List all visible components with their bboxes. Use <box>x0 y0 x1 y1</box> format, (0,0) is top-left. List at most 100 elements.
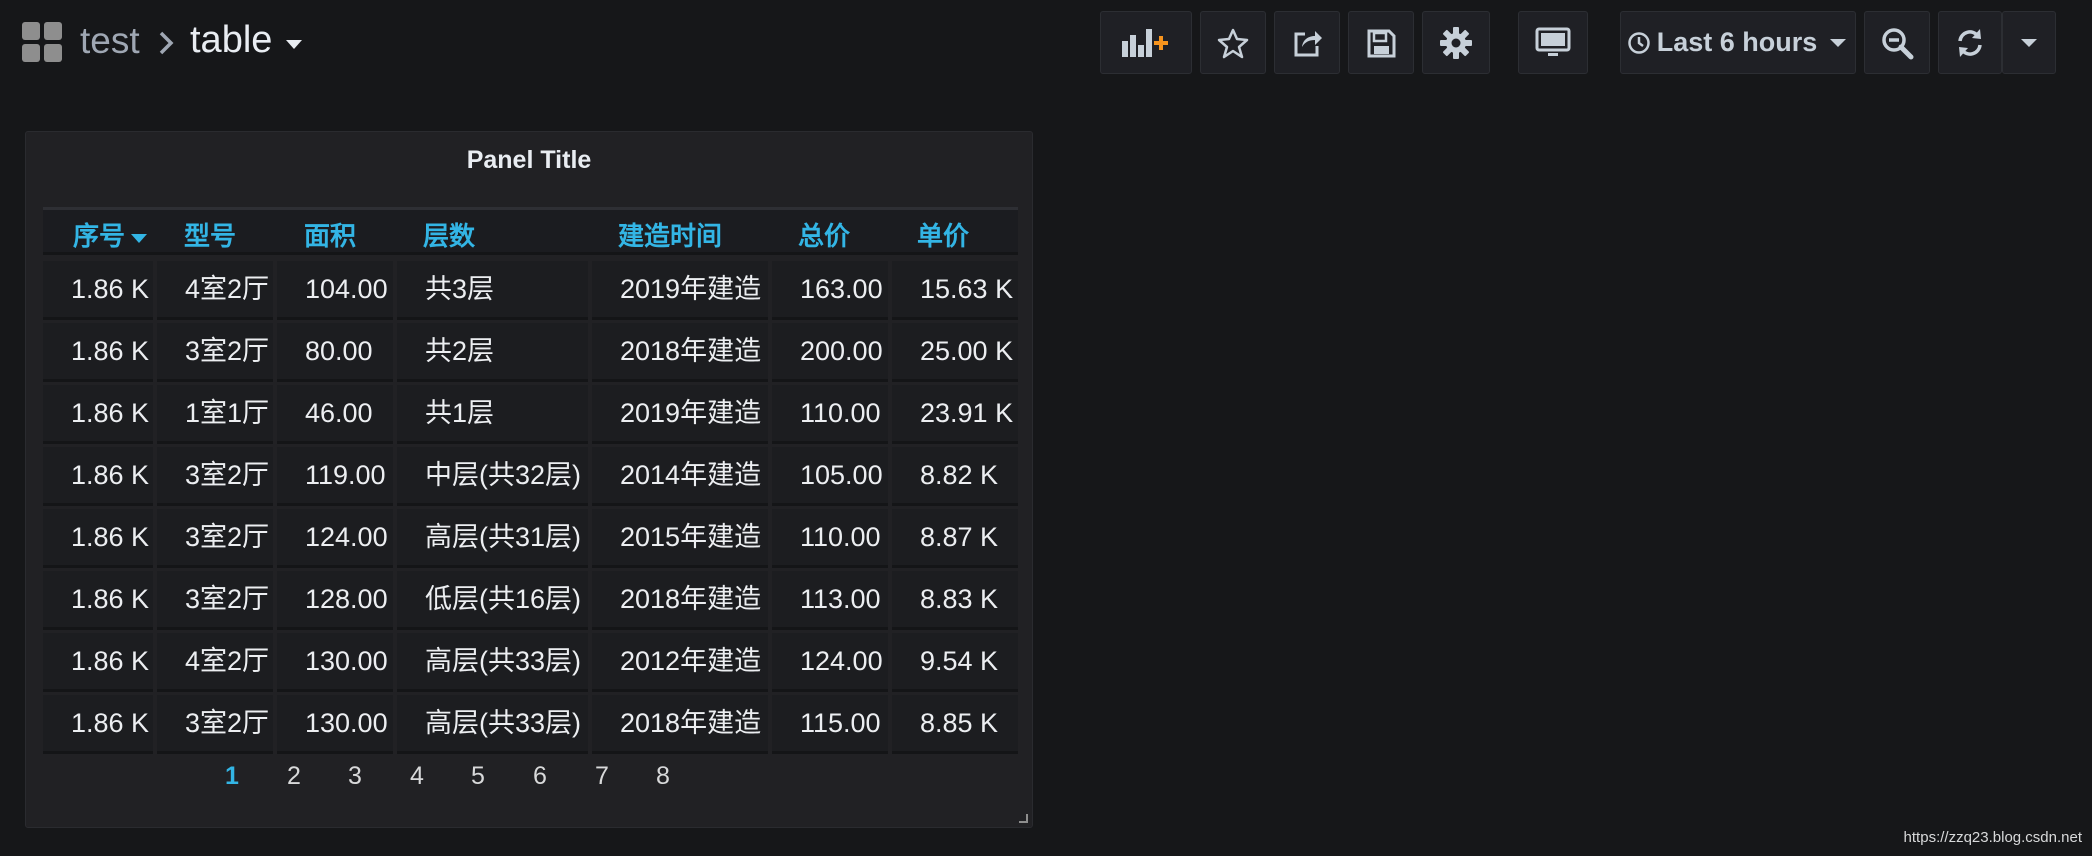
page-link[interactable]: 8 <box>648 762 678 791</box>
time-picker-button[interactable]: Last 6 hours <box>1620 11 1856 74</box>
cell-unit-price: 8.82 K <box>892 447 1018 506</box>
cell-floors: 高层(共33层) <box>397 633 588 692</box>
table-header: 序号 型号 面积 层数 建造时间 总价 单价 <box>43 207 1018 255</box>
cell-id: 1.86 K <box>43 509 153 568</box>
cell-total-price: 124.00 <box>772 633 888 692</box>
cell-build-year: 2019年建造 <box>592 261 768 320</box>
cell-unit-price: 25.00 K <box>892 323 1018 382</box>
panel-title[interactable]: Panel Title <box>26 146 1032 175</box>
cell-model: 3室2厅 <box>157 571 273 630</box>
cell-floors: 共1层 <box>397 385 588 444</box>
data-table: 序号 型号 面积 层数 建造时间 总价 单价 1.86 K 4室2厅 104.00 共… <box>43 207 1018 757</box>
resize-handle-icon[interactable] <box>1018 813 1028 823</box>
page-link[interactable]: 1 <box>217 762 247 791</box>
cell-id: 1.86 K <box>43 385 153 444</box>
table-row: 1.86 K 3室2厅 128.00 低层(共16层) 2018年建造 113.00 8.8… <box>43 571 1018 633</box>
table-body: 1.86 K 4室2厅 104.00 共3层 2019年建造 163.00 15.63 K1… <box>43 261 1018 757</box>
cell-area: 128.00 <box>277 571 393 630</box>
column-header-unit-price[interactable]: 单价 <box>917 216 969 253</box>
grid-icon[interactable] <box>22 22 62 62</box>
table-panel: Panel Title 序号 型号 面积 层数 建造时间 总价 单价 1.86 … <box>25 131 1033 828</box>
table-row: 1.86 K 3室2厅 124.00 高层(共31层) 2015年建造 110.00 8.8… <box>43 509 1018 571</box>
cell-total-price: 110.00 <box>772 385 888 444</box>
table-row: 1.86 K 4室2厅 130.00 高层(共33层) 2012年建造 124.00 9.5… <box>43 633 1018 695</box>
caret-down-icon[interactable] <box>286 40 302 49</box>
settings-button[interactable] <box>1422 11 1490 74</box>
cell-unit-price: 8.85 K <box>892 695 1018 754</box>
chevron-right-icon <box>159 31 174 55</box>
bar-chart-plus-icon <box>1122 28 1168 57</box>
table-row: 1.86 K 1室1厅 46.00 共1层 2019年建造 110.00 23.91 K <box>43 385 1018 447</box>
column-header-id[interactable]: 序号 <box>73 216 148 253</box>
caret-down-icon <box>1830 38 1847 47</box>
cell-model: 4室2厅 <box>157 261 273 320</box>
cell-id: 1.86 K <box>43 323 153 382</box>
cell-model: 4室2厅 <box>157 633 273 692</box>
cell-model: 3室2厅 <box>157 447 273 506</box>
cell-floors: 低层(共16层) <box>397 571 588 630</box>
sort-desc-icon <box>131 233 148 243</box>
refresh-button[interactable] <box>1938 11 2002 74</box>
watermark: https://zzq23.blog.csdn.net <box>1903 829 2082 846</box>
cell-id: 1.86 K <box>43 571 153 630</box>
cell-build-year: 2015年建造 <box>592 509 768 568</box>
zoom-out-icon <box>1882 27 1914 59</box>
cell-build-year: 2014年建造 <box>592 447 768 506</box>
cell-total-price: 105.00 <box>772 447 888 506</box>
breadcrumb-dashboard[interactable]: table <box>190 19 272 62</box>
page-link[interactable]: 6 <box>525 762 555 791</box>
cell-total-price: 200.00 <box>772 323 888 382</box>
star-icon <box>1217 28 1249 58</box>
column-header-model[interactable]: 型号 <box>184 216 236 253</box>
cell-floors: 共2层 <box>397 323 588 382</box>
table-row: 1.86 K 4室2厅 104.00 共3层 2019年建造 163.00 15.63 K <box>43 261 1018 323</box>
share-button[interactable] <box>1274 11 1340 74</box>
cell-id: 1.86 K <box>43 447 153 506</box>
top-navbar: test table Last 6 hours <box>0 0 2092 86</box>
cell-build-year: 2018年建造 <box>592 571 768 630</box>
cell-unit-price: 15.63 K <box>892 261 1018 320</box>
cell-total-price: 163.00 <box>772 261 888 320</box>
column-header-floors[interactable]: 层数 <box>423 216 475 253</box>
page-link[interactable]: 2 <box>279 762 309 791</box>
cell-model: 3室2厅 <box>157 695 273 754</box>
breadcrumb-folder[interactable]: test <box>80 20 140 62</box>
cell-model: 3室2厅 <box>157 323 273 382</box>
zoom-out-button[interactable] <box>1864 11 1930 74</box>
table-row: 1.86 K 3室2厅 119.00 中层(共32层) 2014年建造 105.00 8.8… <box>43 447 1018 509</box>
save-button[interactable] <box>1348 11 1414 74</box>
cell-total-price: 113.00 <box>772 571 888 630</box>
refresh-interval-dropdown[interactable] <box>2002 11 2056 74</box>
column-header-build-year[interactable]: 建造时间 <box>618 216 722 253</box>
pagination: 1 2 3 4 5 6 7 8 <box>26 762 1032 802</box>
table-row: 1.86 K 3室2厅 80.00 共2层 2018年建造 200.00 25.00 K <box>43 323 1018 385</box>
cell-unit-price: 8.87 K <box>892 509 1018 568</box>
cell-area: 130.00 <box>277 633 393 692</box>
cell-model: 3室2厅 <box>157 509 273 568</box>
page-link[interactable]: 7 <box>587 762 617 791</box>
column-header-total-price[interactable]: 总价 <box>798 216 850 253</box>
cell-area: 119.00 <box>277 447 393 506</box>
column-header-area[interactable]: 面积 <box>304 216 356 253</box>
cell-area: 130.00 <box>277 695 393 754</box>
time-range-label: Last 6 hours <box>1656 27 1818 57</box>
cell-floors: 中层(共32层) <box>397 447 588 506</box>
caret-down-icon <box>2021 38 2037 47</box>
save-icon <box>1367 29 1396 57</box>
cell-total-price: 110.00 <box>772 509 888 568</box>
cell-build-year: 2018年建造 <box>592 695 768 754</box>
add-panel-button[interactable] <box>1100 11 1192 74</box>
tv-mode-button[interactable] <box>1518 11 1588 74</box>
page-link[interactable]: 5 <box>463 762 493 791</box>
cell-unit-price: 8.83 K <box>892 571 1018 630</box>
cell-id: 1.86 K <box>43 261 153 320</box>
cell-floors: 共3层 <box>397 261 588 320</box>
monitor-icon <box>1535 27 1571 56</box>
page-link[interactable]: 3 <box>340 762 370 791</box>
cell-area: 46.00 <box>277 385 393 444</box>
star-button[interactable] <box>1200 11 1266 74</box>
refresh-icon <box>1958 28 1982 57</box>
cell-build-year: 2018年建造 <box>592 323 768 382</box>
page-link[interactable]: 4 <box>402 762 432 791</box>
cell-total-price: 115.00 <box>772 695 888 754</box>
